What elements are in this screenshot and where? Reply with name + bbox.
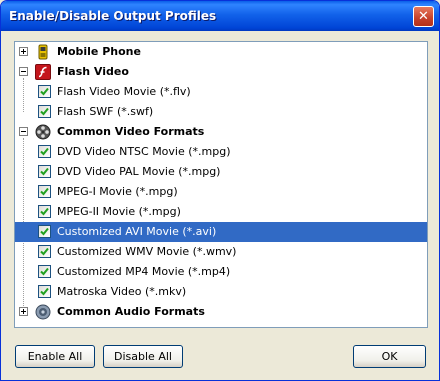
checkbox[interactable]: [38, 285, 51, 298]
dialog-window: Enable/Disable Output Profiles ✕ Mobile …: [0, 0, 440, 381]
checkbox[interactable]: [38, 85, 51, 98]
tree-group-mobile-phone[interactable]: Mobile Phone: [15, 42, 427, 62]
checkbox[interactable]: [38, 165, 51, 178]
expand-plus-icon[interactable]: [19, 47, 28, 56]
tree-item[interactable]: Customized WMV Movie (*.wmv): [15, 242, 427, 262]
title-bar[interactable]: Enable/Disable Output Profiles ✕: [1, 1, 439, 31]
item-label: Matroska Video (*.mkv): [57, 285, 187, 298]
group-label: Common Video Formats: [57, 125, 205, 138]
tree-item[interactable]: MPEG-II Movie (*.mpg): [15, 202, 427, 222]
expand-plus-icon[interactable]: [19, 307, 28, 316]
item-label: MPEG-I Movie (*.mpg): [57, 185, 178, 198]
group-label: Common Audio Formats: [57, 305, 205, 318]
tree-item[interactable]: MPEG-I Movie (*.mpg): [15, 182, 427, 202]
checkbox[interactable]: [38, 265, 51, 278]
tree-item[interactable]: DVD Video NTSC Movie (*.mpg): [15, 142, 427, 162]
collapse-minus-icon[interactable]: [19, 127, 28, 136]
item-label: DVD Video NTSC Movie (*.mpg): [57, 145, 231, 158]
film-reel-icon: [35, 124, 51, 140]
collapse-minus-icon[interactable]: [19, 67, 28, 76]
checkbox[interactable]: [38, 205, 51, 218]
checkbox[interactable]: [38, 245, 51, 258]
tree-group-common-video-formats[interactable]: Common Video Formats: [15, 122, 427, 142]
tree-item-selected[interactable]: Customized AVI Movie (*.avi): [15, 222, 427, 242]
checkbox[interactable]: [38, 145, 51, 158]
checkbox[interactable]: [38, 105, 51, 118]
checkbox[interactable]: [38, 185, 51, 198]
item-label: DVD Video PAL Movie (*.mpg): [57, 165, 221, 178]
item-label: Customized WMV Movie (*.wmv): [57, 245, 237, 258]
speaker-icon: [35, 304, 51, 320]
tree-item[interactable]: Flash Video Movie (*.flv): [15, 82, 427, 102]
item-label: Flash Video Movie (*.flv): [57, 85, 191, 98]
tree-item[interactable]: DVD Video PAL Movie (*.mpg): [15, 162, 427, 182]
window-title: Enable/Disable Output Profiles: [9, 9, 217, 23]
close-button[interactable]: ✕: [413, 6, 434, 27]
checkbox[interactable]: [38, 225, 51, 238]
tree-item[interactable]: Customized MP4 Movie (*.mp4): [15, 262, 427, 282]
tree-group-common-audio-formats[interactable]: Common Audio Formats: [15, 302, 427, 322]
group-label: Mobile Phone: [57, 45, 141, 58]
disable-all-button[interactable]: Disable All: [103, 345, 183, 368]
group-label: Flash Video: [57, 65, 129, 78]
ok-button[interactable]: OK: [353, 345, 426, 368]
enable-all-button[interactable]: Enable All: [15, 345, 95, 368]
mobile-phone-icon: [38, 44, 48, 60]
profiles-tree[interactable]: Mobile Phone Flash Video Flash Video Mov…: [14, 41, 428, 328]
tree-group-flash-video[interactable]: Flash Video: [15, 62, 427, 82]
tree-item[interactable]: Matroska Video (*.mkv): [15, 282, 427, 302]
close-icon: ✕: [418, 9, 429, 24]
item-label: Flash SWF (*.swf): [57, 105, 154, 118]
flash-icon: [35, 64, 51, 80]
tree-item[interactable]: Flash SWF (*.swf): [15, 102, 427, 122]
item-label: Customized MP4 Movie (*.mp4): [57, 265, 231, 278]
item-label: MPEG-II Movie (*.mpg): [57, 205, 181, 218]
item-label: Customized AVI Movie (*.avi): [57, 225, 217, 238]
